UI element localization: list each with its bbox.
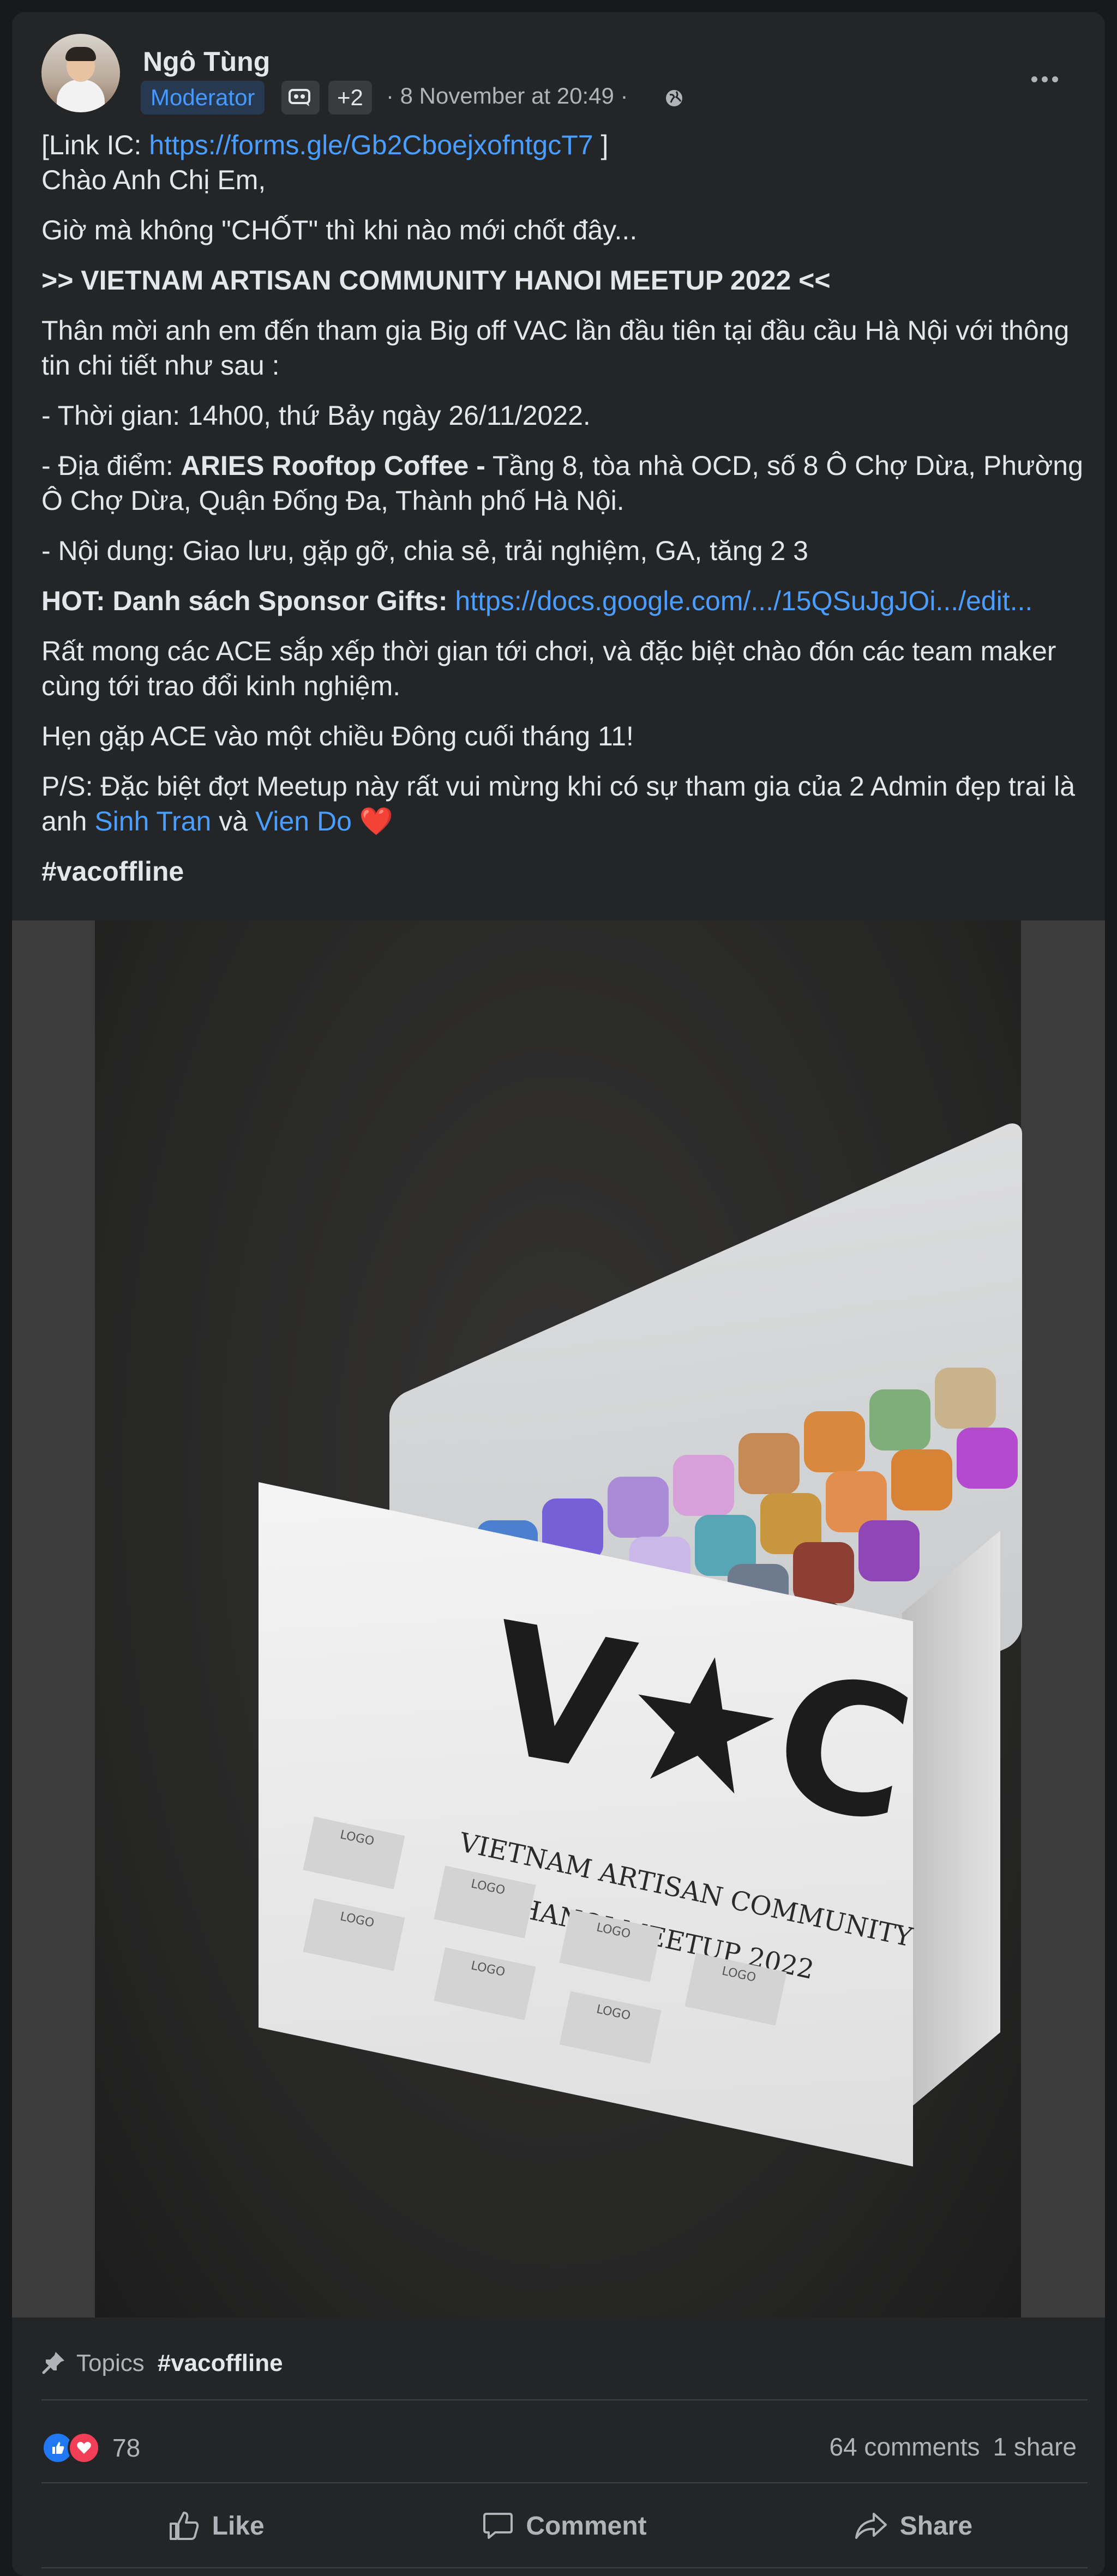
share-icon [855,2513,887,2539]
event-place: - Địa điểm: ARIES Rooftop Coffee - Tầng … [41,448,1089,518]
heart-emoji: ❤️ [351,806,394,836]
like-button[interactable]: Like [41,2499,390,2553]
ic-link-suffix: ] [593,130,609,160]
topics-label: Topics [76,2350,145,2376]
post-timestamp[interactable]: · 8 November at 20:49 · [386,83,628,109]
share-button[interactable]: Share [739,2499,1088,2553]
community-badge-icon[interactable] [281,81,320,115]
comments-count[interactable]: 64 comments [829,2432,980,2461]
like-label: Like [212,2511,265,2541]
divider [41,2399,1088,2400]
mention-vien-do[interactable]: Vien Do [255,806,352,836]
action-bar: Like Comment Share [41,2499,1088,2553]
ps-and: và [211,806,255,836]
ic-form-link[interactable]: https://forms.gle/Gb2CboejxofntgcT7 [149,130,593,160]
topics-row: Topics #vacoffline [41,2342,283,2385]
ps-text: P/S: Đặc biệt đợt Meetup này rất vui mừn… [41,769,1089,839]
more-badges[interactable]: +2 [328,81,372,115]
globe-icon [664,88,684,111]
comment-button[interactable]: Comment [390,2499,738,2553]
author-avatar[interactable] [41,34,120,112]
see-you-text: Hẹn gặp ACE vào một chiều Đông cuối thán… [41,721,634,751]
comment-label: Comment [526,2511,647,2541]
post-hashtag[interactable]: #vacoffline [41,854,1089,889]
event-content: - Nội dung: Giao lưu, gặp gỡ, chia sẻ, t… [41,535,808,566]
hope-text: Rất mong các ACE sắp xếp thời gian tới c… [41,636,1056,701]
moderator-badge[interactable]: Moderator [141,81,265,115]
divider [41,2567,1088,2568]
shares-count[interactable]: 1 share [993,2432,1077,2461]
sponsor-label: HOT: Danh sách Sponsor Gifts: [41,586,448,616]
author-name[interactable]: Ngô Tùng [143,46,270,77]
place-venue: ARIES Rooftop Coffee - [181,450,485,481]
topic-tag-vacoffline[interactable]: #vacoffline [158,2350,283,2377]
like-icon [169,2512,199,2540]
intro-text: Giờ mà không "CHỐT" thì khi nào mới chốt… [41,215,638,245]
event-time: - Thời gian: 14h00, thứ Bảy ngày 26/11/2… [41,400,591,431]
card-side [902,1530,1000,2115]
post-card: Ngô Tùng Moderator +2 · 8 November at 20… [12,12,1105,2576]
share-label: Share [899,2511,973,2541]
post-body: [Link IC: https://forms.gle/Gb2Cboejxofn… [41,128,1089,904]
invite-text: Thân mời anh em đến tham gia Big off VAC… [41,315,1070,381]
reaction-summary[interactable]: 78 [41,2429,140,2467]
sponsor-line: HOT: Danh sách Sponsor Gifts: https://do… [41,583,1089,618]
event-headline: >> VIETNAM ARTISAN COMMUNITY HANOI MEETU… [41,265,831,296]
pin-icon [41,2350,67,2378]
ic-link-prefix: [Link IC: [41,130,149,160]
photo-content: V★C VIETNAM ARTISAN COMMUNITY HANOI MEET… [95,920,1022,2318]
more-options-icon[interactable] [1025,60,1064,98]
ic-link-line: [Link IC: https://forms.gle/Gb2Cboejxofn… [41,128,1089,162]
sponsor-link[interactable]: https://docs.google.com/.../15QSuJgJOi..… [455,586,1032,616]
mention-sinh-tran[interactable]: Sinh Tran [94,806,211,836]
table-tent-card: V★C VIETNAM ARTISAN COMMUNITY HANOI MEET… [259,1482,1000,2167]
love-reaction-icon [68,2431,100,2464]
engagement-stats: 64 comments 1 share [829,2432,1077,2461]
post-photo[interactable]: V★C VIETNAM ARTISAN COMMUNITY HANOI MEET… [12,920,1105,2318]
greeting-text: Chào Anh Chị Em, [41,165,266,195]
place-prefix: - Địa điểm: [41,450,181,481]
divider [41,2482,1088,2483]
comment-icon [483,2513,513,2539]
reaction-count: 78 [112,2434,141,2462]
